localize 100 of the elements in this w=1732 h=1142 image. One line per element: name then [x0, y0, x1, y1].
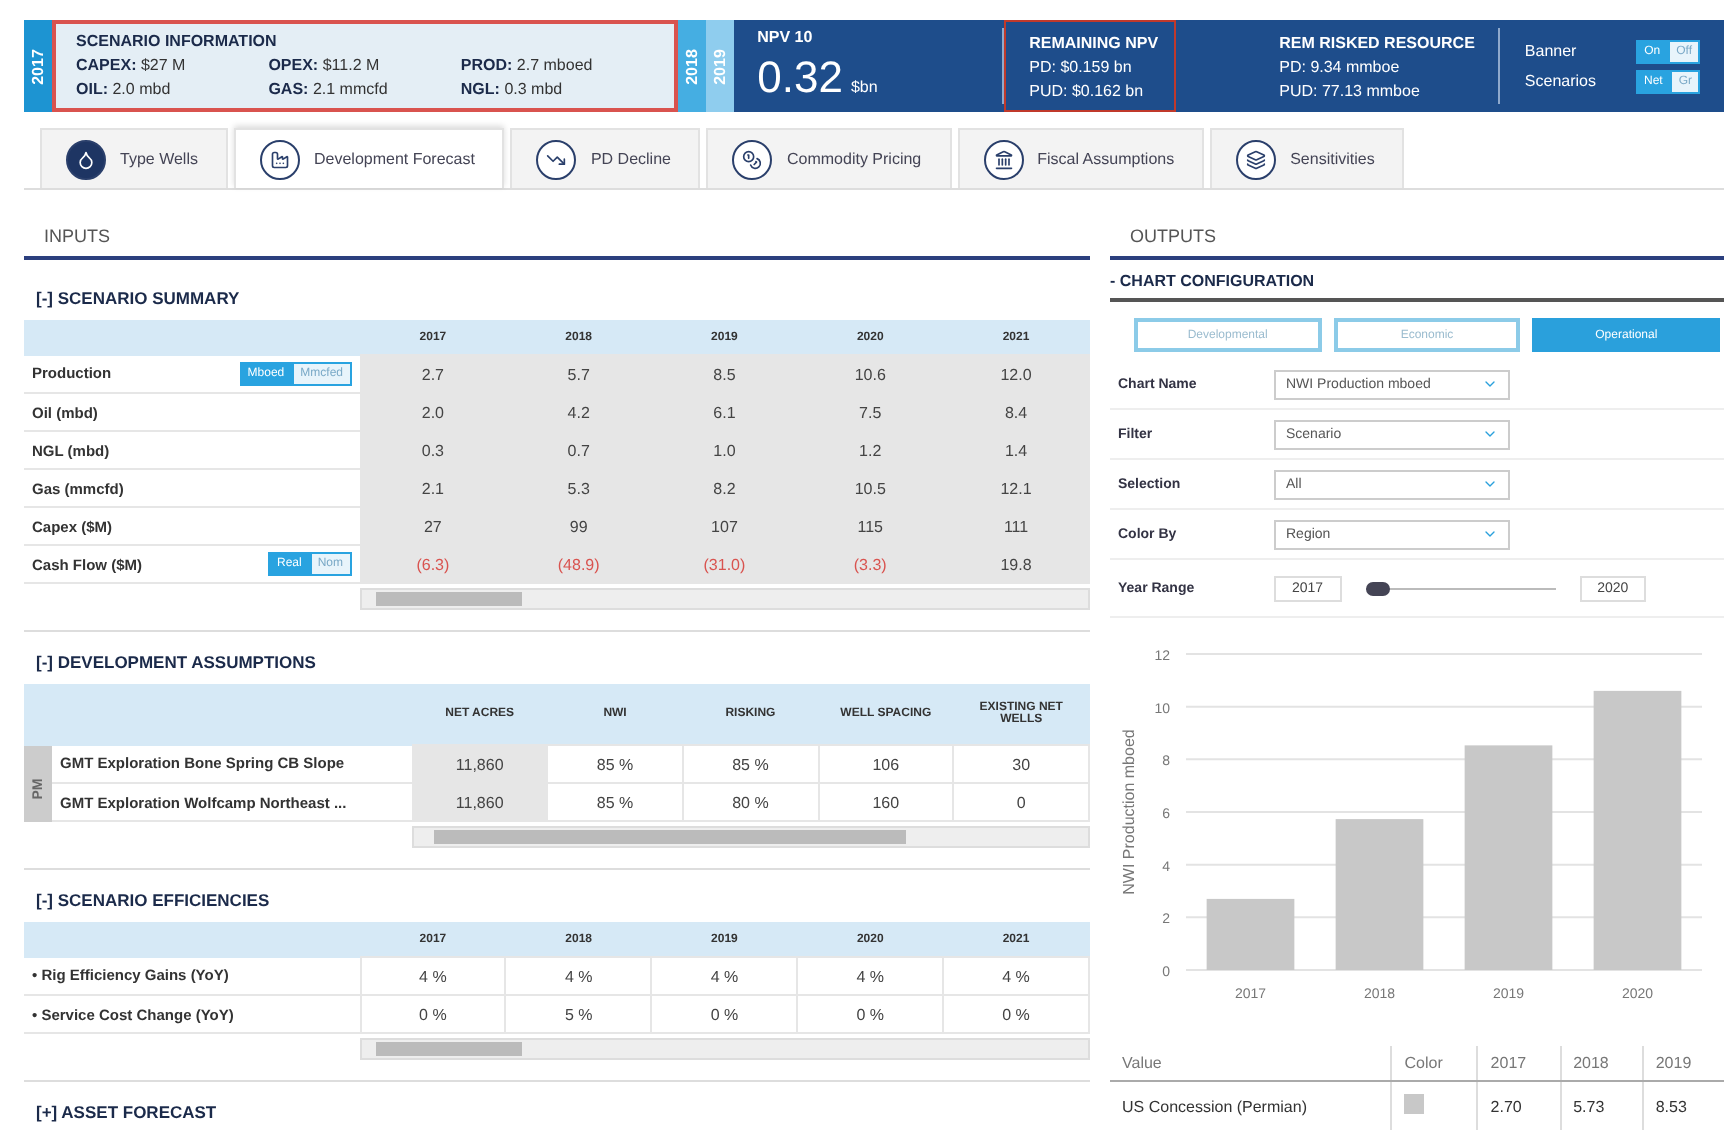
table-cell: 2.0	[360, 393, 506, 431]
chevron-down-icon	[1482, 526, 1498, 542]
coins-icon	[732, 139, 773, 179]
info-field: PROD: 2.7 mboed	[460, 56, 654, 74]
scrollbar[interactable]	[412, 826, 1090, 848]
table-cell: 0 %	[651, 995, 798, 1033]
table-cell: 4 %	[505, 957, 652, 995]
table-cell: 99	[505, 507, 652, 545]
table-cell: 5.3	[505, 469, 652, 507]
table-cell: 2.1	[360, 469, 506, 507]
table-cell: (6.3)	[360, 545, 506, 583]
table-cell: 11,860	[412, 745, 548, 783]
section-title[interactable]: [-] SCENARIO SUMMARY	[24, 288, 1090, 308]
tab[interactable]: Development Forecast	[233, 128, 505, 188]
table-cell: 6.1	[651, 393, 798, 431]
table-cell: 160	[818, 783, 954, 821]
table-cell: 107	[651, 507, 798, 545]
table-cell: 0 %	[943, 995, 1089, 1033]
toggle-label: Scenarios	[1524, 72, 1596, 90]
table-cell: 2.70	[1477, 1081, 1561, 1130]
column-header: 2017	[1477, 1046, 1561, 1081]
table-cell: 1.4	[943, 431, 1089, 469]
chevron-down-icon	[1482, 376, 1498, 392]
table-cell: (3.3)	[797, 545, 944, 583]
table-cell: 0 %	[797, 995, 944, 1033]
table-cell: 8.2	[651, 469, 798, 507]
table-cell: 0.7	[505, 431, 652, 469]
section-title[interactable]: [-] DEVELOPMENT ASSUMPTIONS	[24, 652, 1090, 672]
table-cell: 111	[943, 507, 1089, 545]
table-cell: 11,860	[412, 783, 548, 821]
panel-title: OUTPUTS	[1110, 226, 1724, 260]
table-cell: 85 %	[547, 783, 683, 821]
table-cell: 2.7	[360, 355, 506, 393]
table-cell: US Concession (Permian)	[1110, 1081, 1392, 1130]
table-cell: 8.4	[943, 393, 1089, 431]
table-cell: 10.6	[797, 355, 944, 393]
npv-value: 0.32	[757, 52, 843, 102]
npv-unit: $bn	[850, 78, 878, 96]
table-cell: 4 %	[360, 957, 506, 995]
table-cell: 5 %	[505, 995, 652, 1033]
table-cell: 80 %	[682, 783, 819, 821]
tab[interactable]: PD Decline	[510, 128, 701, 188]
section-title[interactable]: [+] ASSET FORECAST	[24, 1102, 1090, 1122]
info-field: GAS: 2.1 mmcfd	[268, 80, 461, 98]
chevron-down-icon	[1482, 426, 1498, 442]
bar	[1206, 898, 1295, 970]
table-cell: 4 %	[943, 957, 1089, 995]
table-cell: 5.73	[1560, 1081, 1643, 1130]
table-cell: 8.5	[651, 355, 798, 393]
droplet-icon	[66, 139, 106, 179]
table-cell: 12.1	[943, 469, 1089, 507]
table-cell: (48.9)	[505, 545, 652, 583]
table-cell: 85 %	[682, 745, 819, 783]
table-cell: 4.2	[505, 393, 652, 431]
tab[interactable]: Commodity Pricing	[706, 128, 952, 188]
table-cell: 19.8	[943, 545, 1089, 583]
info-field: OIL: 2.0 mbd	[76, 80, 269, 98]
table-cell: 85 %	[547, 745, 683, 783]
table-cell: 0	[953, 783, 1089, 821]
chevron-down-icon	[1482, 476, 1498, 492]
table-cell: 4 %	[651, 957, 798, 995]
table-cell: 5.7	[505, 355, 652, 393]
factory-icon	[259, 139, 300, 179]
table-cell: 30	[953, 745, 1089, 783]
scrollbar[interactable]	[360, 1038, 1090, 1060]
column-header: 2019	[1642, 1046, 1724, 1081]
section-title: - CHART CONFIGURATION	[1110, 260, 1724, 302]
info-field: OPEX: $11.2 M	[268, 56, 461, 74]
column-header: 2018	[1560, 1046, 1643, 1081]
toggle-label: Banner	[1524, 42, 1577, 60]
table-cell: 7.5	[797, 393, 944, 431]
scrollbar[interactable]	[360, 588, 1090, 610]
layers-icon	[1236, 139, 1277, 179]
column-header: Color	[1391, 1046, 1478, 1081]
section-title: REM RISKED RESOURCE	[1279, 33, 1475, 51]
table-cell: 10.5	[797, 469, 944, 507]
resource-line: PD: 9.34 mmboe	[1279, 57, 1402, 75]
bank-icon	[983, 139, 1024, 179]
table-cell: 1.0	[651, 431, 798, 469]
table-cell: 115	[797, 507, 944, 545]
panel-title: SCENARIO INFORMATION	[76, 32, 279, 50]
section-title[interactable]: [-] SCENARIO EFFICIENCIES	[24, 890, 1090, 910]
table-cell: 0 %	[360, 995, 506, 1033]
tab[interactable]: Fiscal Assumptions	[957, 128, 1205, 188]
tab[interactable]: Sensitivities	[1210, 128, 1405, 188]
table-cell: 12.0	[943, 355, 1089, 393]
table-cell: (31.0)	[651, 545, 798, 583]
panel-title: INPUTS	[24, 226, 1090, 260]
axis-label: NWI Production mboed	[1120, 729, 1138, 895]
table-cell: 1.2	[797, 431, 944, 469]
table-cell: 106	[818, 745, 954, 783]
info-field: CAPEX: $27 M	[76, 56, 269, 74]
table-cell: 27	[360, 507, 506, 545]
column-header: Value	[1110, 1046, 1392, 1081]
npv-label: NPV 10	[757, 28, 815, 46]
npv-line: PUD: $0.162 bn	[1029, 81, 1146, 99]
trending-down-icon	[536, 139, 577, 179]
tab[interactable]: Type Wells	[40, 128, 228, 188]
table-cell: 4 %	[797, 957, 944, 995]
table-cell: 0.3	[360, 431, 506, 469]
